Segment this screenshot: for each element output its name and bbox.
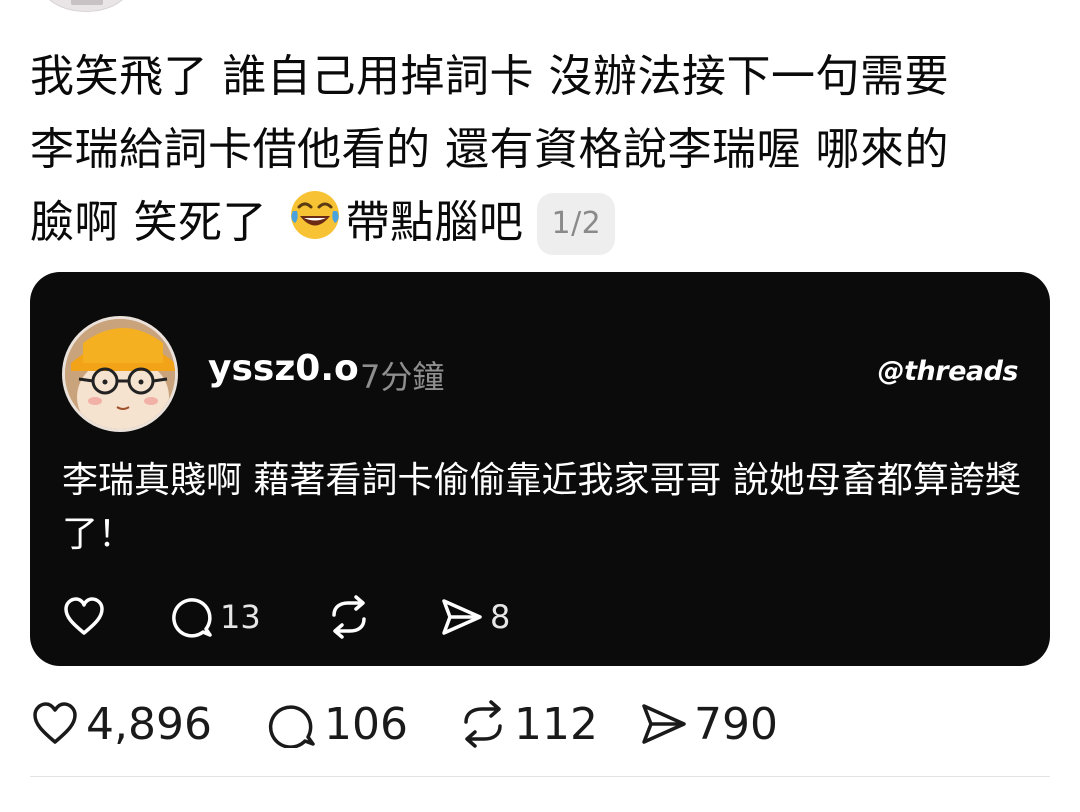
like-button[interactable]: 4,896 [30, 696, 212, 752]
threads-wordmark: threads [904, 356, 1018, 387]
comment-icon [268, 705, 315, 748]
comment-icon [172, 598, 212, 638]
repost-icon [332, 595, 366, 639]
post-text-line: 我笑飛了 誰自己用掉詞卡 沒辦法接下一句需要 [30, 51, 949, 102]
post-text-segment: 臉啊 笑死了 [30, 197, 282, 248]
quoted-share-count: 8 [490, 598, 511, 636]
post-text-line: 李瑞給詞卡借他看的 還有資格說李瑞喔 哪來的 [30, 124, 949, 175]
page-indicator-badge[interactable]: 1/2 [537, 193, 616, 255]
quoted-share-button[interactable]: 8 [438, 594, 510, 640]
tears-of-joy-emoji-icon [291, 191, 340, 239]
quoted-username[interactable]: yssz0.o [208, 348, 359, 389]
send-icon [442, 599, 482, 635]
quoted-post-card[interactable]: yssz0.o 7分鐘 @threads 李瑞真賤啊 藉著看詞卡偷偷靠近我家哥哥… [30, 272, 1050, 666]
threads-at-icon: @ [877, 356, 905, 387]
repost-icon [464, 700, 502, 748]
heart-icon [33, 702, 77, 744]
post-text: 我笑飛了 誰自己用掉詞卡 沒辦法接下一句需要 李瑞給詞卡借他看的 還有資格說李瑞… [30, 40, 1050, 259]
reply-count: 106 [324, 698, 408, 750]
quoted-reply-count: 13 [220, 598, 261, 636]
quoted-repost-button[interactable] [326, 594, 372, 640]
share-count: 790 [694, 698, 778, 750]
quoted-reply-button[interactable]: 13 [170, 594, 261, 640]
author-avatar[interactable] [40, 0, 132, 12]
repost-count: 112 [514, 698, 598, 750]
like-count: 4,896 [86, 698, 212, 750]
post-text-segment: 帶點腦吧 [345, 197, 524, 248]
quoted-like-button[interactable] [62, 594, 106, 640]
repost-button[interactable]: 112 [458, 696, 598, 752]
quoted-post-body: 李瑞真賤啊 藉著看詞卡偷偷靠近我家哥哥 說她母畜都算誇獎了！ [62, 460, 1021, 555]
share-button[interactable]: 790 [638, 696, 778, 752]
post-text-line: 臉啊 笑死了 帶點腦吧 1/2 [30, 186, 1050, 259]
reply-button[interactable]: 106 [268, 696, 408, 752]
heart-icon [64, 597, 104, 635]
post-divider [30, 776, 1050, 777]
send-icon [642, 704, 686, 744]
cartoon-avatar-icon [65, 319, 175, 429]
quoted-author-avatar[interactable] [62, 316, 178, 432]
quoted-timestamp: 7分鐘 [360, 358, 445, 396]
threads-logo: @threads [877, 356, 1019, 387]
